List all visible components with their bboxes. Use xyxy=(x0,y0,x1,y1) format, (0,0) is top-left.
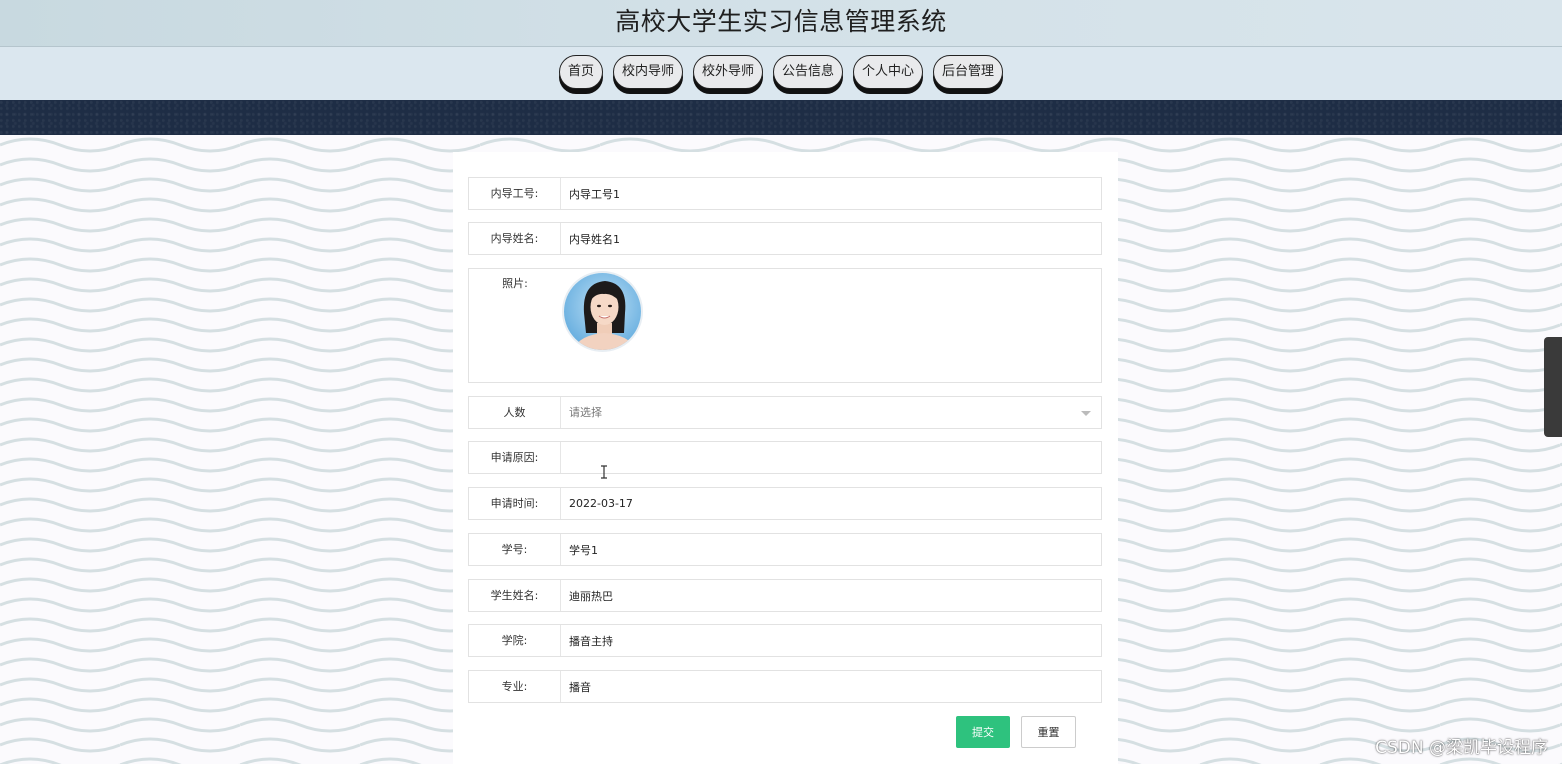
apply-time-label: 申请时间: xyxy=(469,488,561,519)
chevron-down-icon xyxy=(1081,411,1091,416)
nav-home-button[interactable]: 首页 xyxy=(558,55,603,89)
teacher-id-row: 内导工号: xyxy=(468,177,1102,210)
nav-admin-button[interactable]: 后台管理 xyxy=(933,55,1004,89)
headcount-select[interactable] xyxy=(561,397,1101,428)
teacher-photo xyxy=(562,271,643,352)
title-bar: 高校大学生实习信息管理系统 xyxy=(0,0,1562,47)
student-id-field[interactable] xyxy=(561,534,1101,565)
text-cursor-icon xyxy=(601,465,607,479)
teacher-id-label: 内导工号: xyxy=(469,178,561,209)
college-label: 学院: xyxy=(469,625,561,656)
apply-time-row: 申请时间: xyxy=(468,487,1102,520)
nav-personal-center-button[interactable]: 个人中心 xyxy=(853,55,924,89)
header-banner xyxy=(0,100,1562,135)
photo-label: 照片: xyxy=(469,269,561,382)
student-name-field[interactable] xyxy=(561,580,1101,611)
major-row: 专业: xyxy=(468,670,1102,703)
student-id-row: 学号: xyxy=(468,533,1102,566)
student-name-row: 学生姓名: xyxy=(468,579,1102,612)
reason-row: 申请原因: xyxy=(468,441,1102,474)
teacher-name-field[interactable] xyxy=(561,223,1101,254)
headcount-row: 人数 xyxy=(468,396,1102,429)
nav-internal-tutor-button[interactable]: 校内导师 xyxy=(612,55,683,89)
reset-button[interactable]: 重置 xyxy=(1021,716,1076,748)
submit-button[interactable]: 提交 xyxy=(956,716,1010,748)
headcount-select-input[interactable] xyxy=(561,397,1101,428)
watermark: CSDN @梁凯毕设程序 xyxy=(1375,738,1548,758)
app-title: 高校大学生实习信息管理系统 xyxy=(615,7,947,36)
teacher-id-field[interactable] xyxy=(561,178,1101,209)
student-name-label: 学生姓名: xyxy=(469,580,561,611)
photo-area xyxy=(561,269,1101,382)
nav-bar: 首页 校内导师 校外导师 公告信息 个人中心 后台管理 xyxy=(0,47,1562,100)
teacher-name-row: 内导姓名: xyxy=(468,222,1102,255)
college-row: 学院: xyxy=(468,624,1102,657)
nav-list: 首页 校内导师 校外导师 公告信息 个人中心 后台管理 xyxy=(0,47,1562,89)
major-field[interactable] xyxy=(561,671,1101,702)
nav-announcement-button[interactable]: 公告信息 xyxy=(773,55,844,89)
reason-field[interactable] xyxy=(561,442,1101,473)
teacher-name-label: 内导姓名: xyxy=(469,223,561,254)
reason-label: 申请原因: xyxy=(469,442,561,473)
student-id-label: 学号: xyxy=(469,534,561,565)
nav-external-tutor-button[interactable]: 校外导师 xyxy=(692,55,763,89)
major-label: 专业: xyxy=(469,671,561,702)
headcount-label: 人数 xyxy=(469,397,561,428)
apply-time-field[interactable] xyxy=(561,488,1101,519)
college-field[interactable] xyxy=(561,625,1101,656)
photo-row: 照片: xyxy=(468,268,1102,383)
application-form: 内导工号: 内导姓名: 照片: xyxy=(453,152,1118,764)
side-panel-tab[interactable] xyxy=(1544,337,1562,437)
